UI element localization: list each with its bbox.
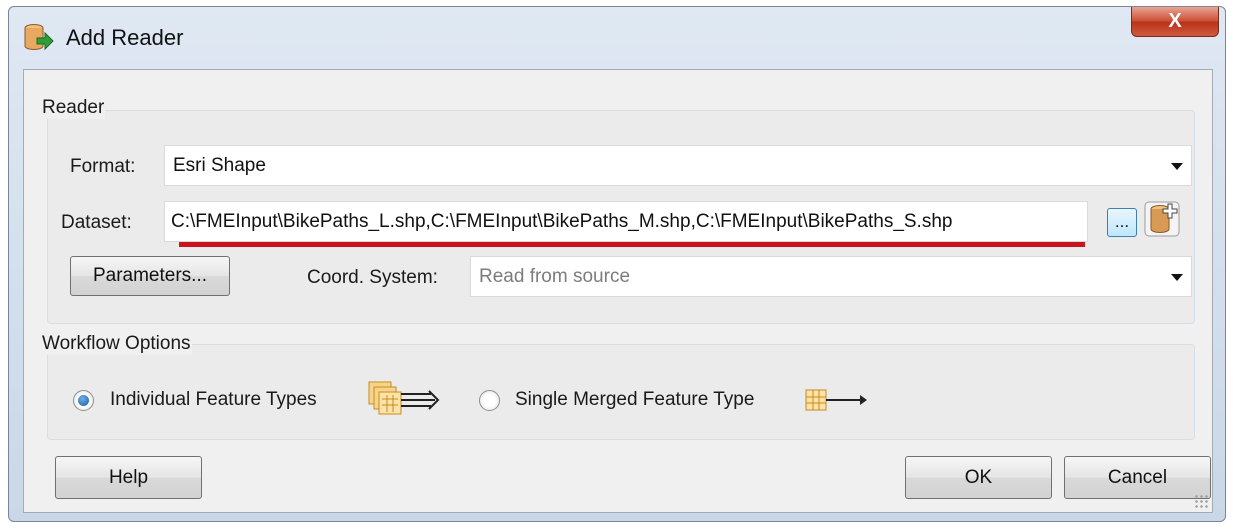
- single-merged-feature-type-label[interactable]: Single Merged Feature Type: [515, 389, 754, 411]
- format-label: Format:: [70, 156, 136, 177]
- dataset-value: C:\FMEInput\BikePaths_L.shp,C:\FMEInput\…: [171, 211, 953, 232]
- multiple-feature-types-icon: [367, 378, 443, 418]
- ok-button[interactable]: OK: [905, 456, 1052, 499]
- cancel-button[interactable]: Cancel: [1064, 456, 1211, 499]
- coord-system-value: Read from source: [479, 266, 631, 287]
- format-select[interactable]: Esri Shape: [164, 145, 1192, 186]
- chevron-down-icon: [1171, 274, 1183, 281]
- title-bar[interactable]: Add Reader X: [9, 7, 1225, 65]
- add-dataset-icon[interactable]: [1144, 201, 1180, 237]
- resize-grip-icon[interactable]: [1194, 494, 1208, 508]
- close-button[interactable]: X: [1131, 7, 1219, 37]
- dialog-title: Add Reader: [66, 25, 184, 50]
- reader-group-title: Reader: [41, 97, 106, 119]
- dataset-field[interactable]: C:\FMEInput\BikePaths_L.shp,C:\FMEInput\…: [164, 201, 1088, 242]
- add-reader-icon: [23, 23, 55, 53]
- coord-system-select[interactable]: Read from source: [470, 256, 1192, 297]
- dialog-content: Reader Format: Esri Shape Dataset: C:\FM…: [23, 69, 1213, 513]
- chevron-down-icon: [1171, 163, 1183, 170]
- parameters-button[interactable]: Parameters...: [70, 256, 230, 296]
- format-value: Esri Shape: [173, 155, 266, 176]
- single-feature-type-icon: [804, 388, 870, 412]
- single-merged-feature-type-radio[interactable]: [479, 390, 500, 411]
- coord-system-label: Coord. System:: [307, 267, 438, 288]
- individual-feature-types-radio[interactable]: [73, 390, 94, 411]
- individual-feature-types-label[interactable]: Individual Feature Types: [110, 389, 317, 411]
- browse-button[interactable]: ...: [1107, 208, 1137, 237]
- dataset-highlight-underline: [179, 242, 1085, 247]
- dataset-label: Dataset:: [61, 212, 132, 233]
- workflow-options-title: Workflow Options: [41, 333, 192, 355]
- add-reader-dialog: Add Reader X Reader Format: Esri Shape D…: [8, 6, 1226, 522]
- help-button[interactable]: Help: [55, 456, 202, 499]
